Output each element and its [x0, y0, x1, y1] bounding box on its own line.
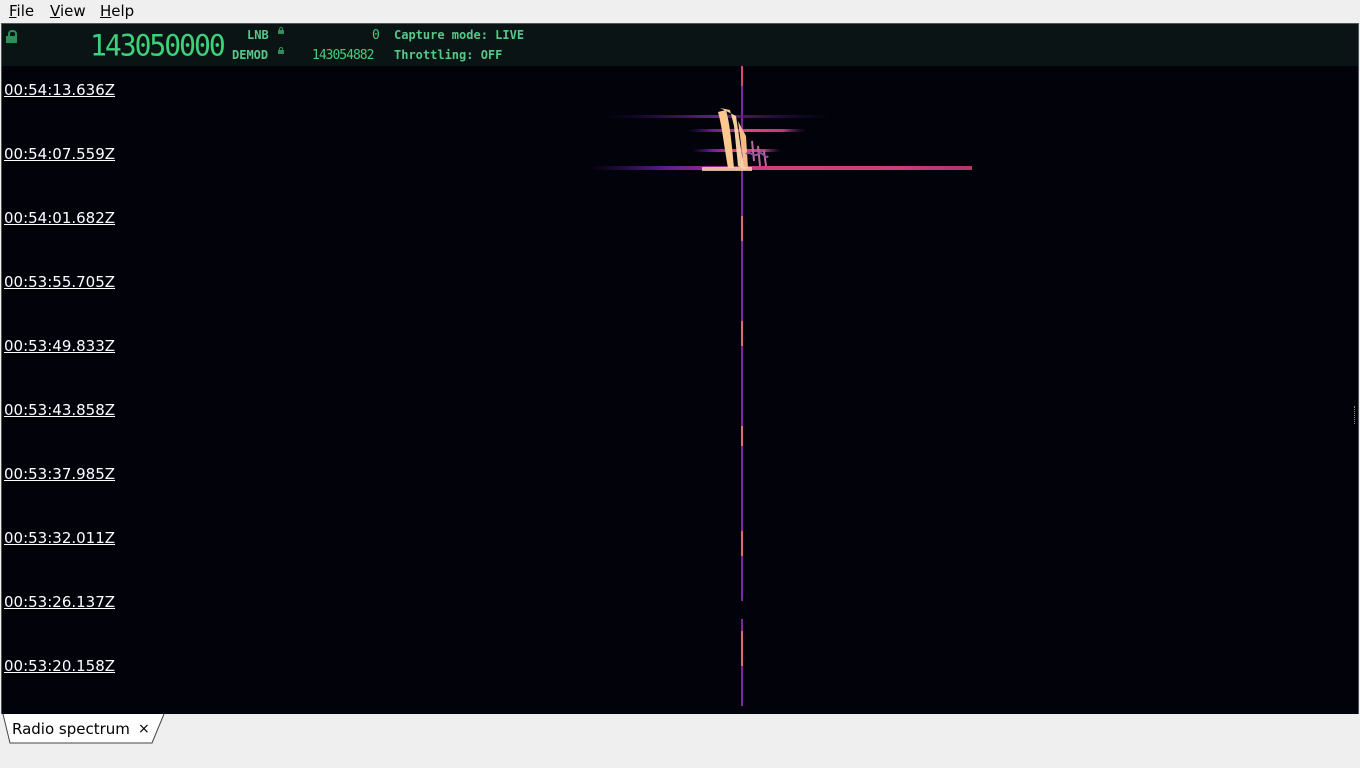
timestamp-label[interactable]: 00:53:20.158Z — [4, 657, 115, 675]
tab-radio-spectrum[interactable]: Radio spectrum × — [2, 714, 165, 744]
resize-handle[interactable] — [1354, 406, 1357, 424]
close-icon[interactable]: × — [138, 720, 150, 738]
throttling-status: Throttling: OFF — [394, 48, 503, 62]
center-frequency-display[interactable]: 143050000 — [90, 28, 226, 63]
tab-label: Radio spectrum — [12, 720, 130, 738]
lnb-lock-icon[interactable] — [278, 27, 284, 34]
timestamp-label[interactable]: 00:54:13.636Z — [4, 81, 115, 99]
menu-file[interactable]: File — [7, 1, 36, 21]
timestamp-label[interactable]: 00:53:37.985Z — [4, 465, 115, 483]
menu-bar: File View Help — [0, 0, 1360, 22]
timestamp-label[interactable]: 00:54:07.559Z — [4, 145, 115, 163]
demod-frequency[interactable]: 143054882 — [312, 48, 374, 63]
capture-mode-status: Capture mode: LIVE — [394, 28, 525, 42]
timestamp-label[interactable]: 00:53:32.011Z — [4, 529, 115, 547]
radio-spectrum-panel: 143050000 LNB 0 DEMOD 143054882 Capture … — [1, 23, 1359, 715]
demod-label: DEMOD — [232, 48, 269, 62]
timestamp-label[interactable]: 00:53:55.705Z — [4, 273, 115, 291]
waterfall-display[interactable]: 00:54:13.636Z 00:54:07.559Z 00:54:01.682… — [2, 66, 1358, 714]
lnb-label: LNB — [247, 28, 269, 42]
timestamp-label[interactable]: 00:53:26.137Z — [4, 593, 115, 611]
lnb-frequency[interactable]: 0 — [372, 28, 380, 43]
timestamp-label[interactable]: 00:53:49.833Z — [4, 337, 115, 355]
lock-icon[interactable] — [6, 30, 17, 43]
tab-bar: Radio spectrum × — [0, 714, 1360, 768]
timestamp-label[interactable]: 00:54:01.682Z — [4, 209, 115, 227]
menu-view[interactable]: View — [48, 1, 88, 21]
demod-lock-icon[interactable] — [278, 47, 284, 54]
timestamp-label[interactable]: 00:53:43.858Z — [4, 401, 115, 419]
waterfall-canvas — [587, 66, 977, 706]
status-header: 143050000 LNB 0 DEMOD 143054882 Capture … — [2, 24, 1358, 66]
menu-help[interactable]: Help — [98, 1, 136, 21]
